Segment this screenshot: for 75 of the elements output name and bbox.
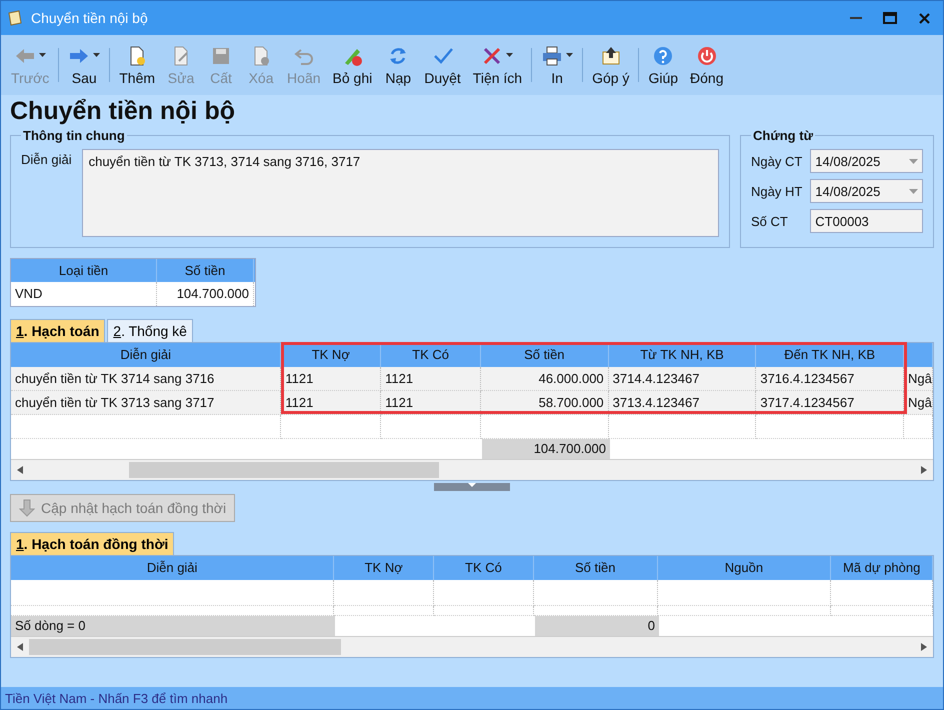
horizontal-scrollbar[interactable] [11,459,933,480]
toolbar-button[interactable]: Sau [62,40,106,90]
column-header: Số tiền [157,259,254,282]
toolbar-button[interactable]: Duyệt [418,40,467,90]
column-header: TK Nợ [334,556,434,580]
table-cell: 3714.4.123467 [608,367,756,391]
table-cell: 1121 [381,367,481,391]
dropdown-caret-icon[interactable] [909,188,918,194]
field-label: Số CT [751,214,789,228]
table-cell: 1121 [381,391,481,415]
help-icon [652,44,674,66]
table-cell: Ngâ [904,367,933,391]
horizontal-scrollbar[interactable] [11,636,933,657]
column-header: Mã dự phòng [831,556,934,580]
scroll-right-icon[interactable] [921,466,927,474]
column-header: Loại tiền [11,259,157,282]
toolbar-button[interactable]: Đóng [684,40,730,90]
field-label: Diễn giải [21,151,72,167]
printer-icon [541,44,564,66]
total-cell: 0 [535,616,659,636]
tab[interactable]: 1. Hạch toán đồng thời [10,532,174,555]
table-cell: Ngâ [904,391,933,415]
table-cell: 1121 [281,367,382,391]
column-header: Số tiền [534,556,658,580]
page-title: Chuyển tiền nội bộ [10,97,236,126]
tab[interactable]: 2. Thống kê [107,319,193,342]
mail-upload-icon [600,44,622,66]
table-cell: 46.000.000 [480,367,609,391]
app-icon [7,10,23,26]
caret-icon[interactable] [566,52,574,56]
description-field[interactable]: chuyển tiền từ TK 3713, 3714 sang 3716, 3717 [82,149,719,237]
table-cell: chuyển tiền từ TK 3713 sang 3717 [11,391,282,415]
table-cell: VND [11,282,157,306]
date-field[interactable]: 14/08/2025 [810,179,923,203]
column-header: Diễn giải [11,556,334,580]
tab[interactable]: 1. Hạch toán [10,319,106,342]
date-field[interactable]: 14/08/2025 [810,149,923,173]
toolbar-button[interactable]: Nạp [378,40,418,90]
dropdown-caret-icon[interactable] [909,158,918,164]
caret-icon[interactable] [506,52,514,56]
maximize-icon[interactable] [883,12,897,24]
scroll-left-icon[interactable] [17,643,23,651]
field-label: Ngày CT [751,154,802,168]
empty-cell [904,415,933,439]
text-field[interactable]: CT00003 [810,209,923,233]
column-header: Nguồn [658,556,832,580]
total-cell: 104.700.000 [482,439,610,459]
close-icon[interactable] [918,12,930,24]
down-arrow-icon [19,499,35,517]
toolbar-button[interactable]: Thêm [113,40,162,90]
table-cell: 3716.4.1234567 [756,367,904,391]
field-label: Ngày HT [751,184,802,198]
caret-icon[interactable] [468,483,476,487]
toolbar-button[interactable]: Góp ý [586,40,636,90]
table-cell: 58.700.000 [480,391,609,415]
table-cell: chuyển tiền từ TK 3714 sang 3716 [11,367,282,391]
table-cell: 1121 [281,391,382,415]
power-icon [696,44,718,66]
toolbar-button[interactable]: In [535,40,580,90]
status-bar: Tiền Việt Nam - Nhấn F3 để tìm nhanh [1,687,943,709]
splitter-handle[interactable] [434,483,510,491]
panel-title: Chứng từ [752,128,814,143]
window-title: Chuyển tiền nội bộ [31,10,149,26]
toolbar-button[interactable]: Bỏ ghi [326,40,378,90]
row-count: Số dòng = 0 [11,616,335,636]
scroll-right-icon[interactable] [921,643,927,651]
panel-title: Thông tin chung [22,128,126,143]
scroll-left-icon[interactable] [17,466,23,474]
toolbar-button[interactable]: Tiện ích [466,40,528,90]
toolbar-button[interactable]: Giúp [642,40,684,90]
caret-icon[interactable] [93,52,100,56]
column-header: TK Có [434,556,534,580]
table-cell: 3713.4.123467 [608,391,756,415]
table-cell: 104.700.000 [157,282,254,306]
table-cell: 3717.4.1234567 [756,391,904,415]
